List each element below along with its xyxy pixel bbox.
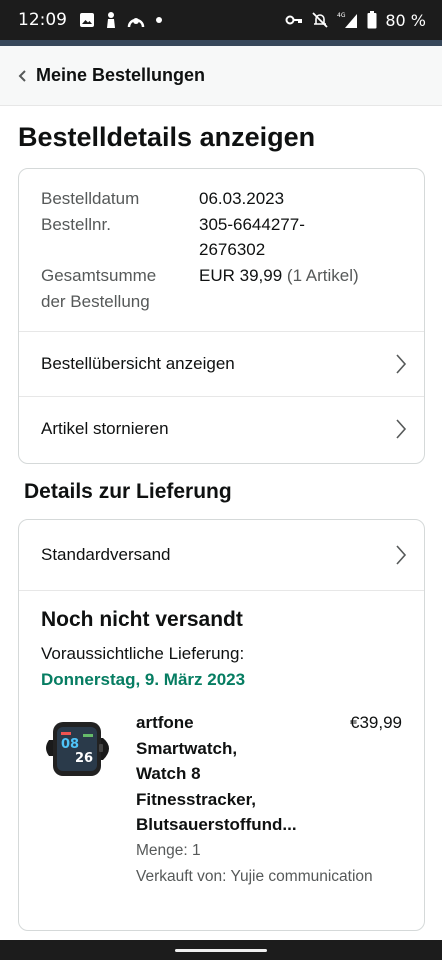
product-name[interactable]: artfone Smartwatch, Watch 8 Fitnesstrack…: [136, 710, 326, 838]
watch-minute: 26: [75, 751, 93, 766]
svg-text:4G: 4G: [337, 12, 346, 19]
delivery-card: Standardversand Noch nicht versandt Vora…: [18, 519, 425, 931]
signal-icon: 4G: [337, 11, 359, 29]
product-name-line: Watch 8: [136, 764, 201, 784]
expected-delivery-date: Donnerstag, 9. März 2023: [41, 670, 246, 689]
chevron-right-icon: [394, 544, 408, 566]
home-gesture-handle[interactable]: [175, 949, 267, 952]
product-name-line: Smartwatch,: [136, 738, 238, 758]
shipment-status: Noch nicht versandt: [41, 608, 243, 631]
shipping-method-label: Standardversand: [41, 545, 171, 564]
product-name-line: Blutsauerstoffund...: [136, 815, 297, 835]
order-total-items: (1 Artikel): [286, 266, 359, 285]
page-title: Bestelldetails anzeigen: [18, 122, 316, 152]
order-number-value-line1: 305-6644277-: [199, 215, 305, 234]
status-left-icons: [79, 11, 163, 29]
order-summary-card: Bestelldatum 06.03.2023 Bestellnr. 305-6…: [18, 168, 425, 464]
delivery-section-title: Details zur Lieferung: [24, 480, 232, 503]
watch-hour: 08: [61, 737, 79, 752]
product-price: €39,99: [350, 713, 402, 732]
order-total-label-line2: der Bestellung: [41, 292, 150, 311]
battery-icon: [367, 11, 377, 29]
order-total-amount: EUR 39,99: [199, 266, 283, 285]
view-order-summary-label: Bestellübersicht anzeigen: [41, 354, 235, 373]
back-navigation[interactable]: Meine Bestellungen: [0, 46, 442, 106]
back-link-label[interactable]: Meine Bestellungen: [36, 65, 205, 86]
status-bar: 12:09 4G 80 %: [0, 0, 442, 40]
expected-delivery-label: Voraussichtliche Lieferung:: [41, 644, 245, 663]
dot-icon: [155, 16, 163, 24]
order-total-value: EUR 39,99 (1 Artikel): [199, 263, 359, 289]
order-total-label-line1: Gesamtsumme: [41, 266, 157, 285]
order-date-value: 06.03.2023: [199, 189, 285, 208]
divider: [19, 590, 424, 591]
battery-percent: 80 %: [385, 10, 426, 30]
shipping-method-link[interactable]: Standardversand: [19, 520, 424, 590]
status-right-icons: 4G 80 %: [285, 11, 426, 30]
order-number-value-line2: 2676302: [199, 240, 266, 259]
product-name-line: Fitnesstracker,: [136, 789, 257, 809]
order-date-label: Bestelldatum: [41, 189, 140, 208]
gallery-icon: [79, 12, 95, 28]
cancel-items-label: Artikel stornieren: [41, 419, 169, 438]
order-number-label: Bestellnr.: [41, 215, 111, 234]
chevron-left-icon: [16, 69, 30, 83]
bell-muted-icon: [311, 11, 329, 29]
product-image[interactable]: 08 26: [41, 710, 117, 786]
chevron-right-icon: [394, 418, 408, 440]
product-quantity: Menge: 1: [136, 842, 201, 859]
product-name-line: artfone: [136, 713, 194, 732]
product-seller: Verkauft von: Yujie communication: [136, 868, 373, 885]
view-order-summary-link[interactable]: Bestellübersicht anzeigen: [19, 332, 424, 396]
app-icon: [127, 11, 145, 29]
chevron-right-icon: [394, 353, 408, 375]
key-icon: [285, 13, 303, 27]
cancel-items-link[interactable]: Artikel stornieren: [19, 397, 424, 461]
person-icon: [105, 11, 117, 29]
status-time: 12:09: [18, 10, 67, 30]
